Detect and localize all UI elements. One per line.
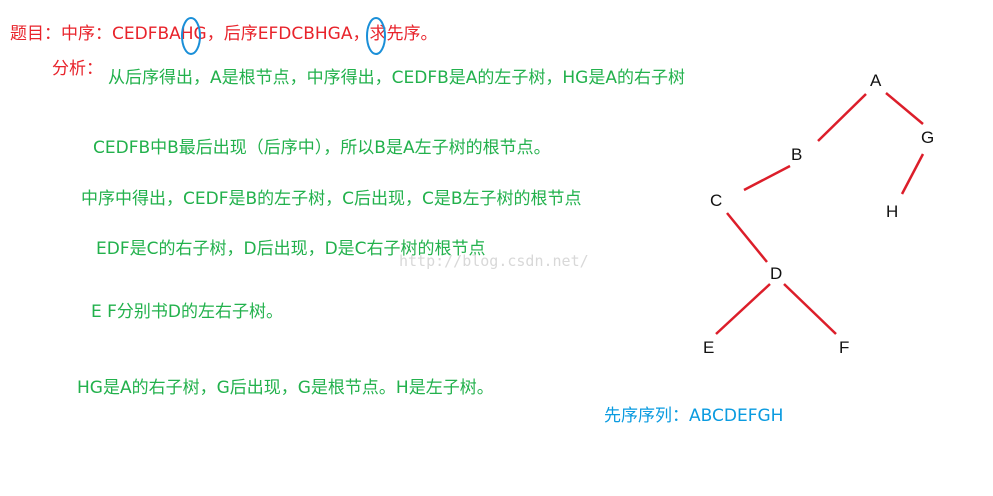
binary-tree-diagram: A B G C H D E F (181, 17, 934, 357)
edge-c-d (726, 212, 768, 263)
edge-g-h (900, 153, 925, 195)
node-e: E (703, 338, 714, 357)
edge-a-b (817, 93, 867, 142)
node-d: D (770, 264, 782, 283)
highlight-circle-inorder-a (181, 17, 201, 55)
node-c: C (710, 191, 722, 210)
node-a: A (870, 71, 882, 90)
node-f: F (839, 338, 849, 357)
edge-a-g (885, 92, 924, 125)
node-b: B (791, 145, 802, 164)
node-g: G (921, 128, 934, 147)
edge-b-c (743, 164, 791, 192)
node-h: H (886, 202, 898, 221)
edge-d-f (783, 283, 837, 335)
highlight-circle-postorder-a (366, 17, 386, 55)
edge-d-e (715, 283, 771, 335)
